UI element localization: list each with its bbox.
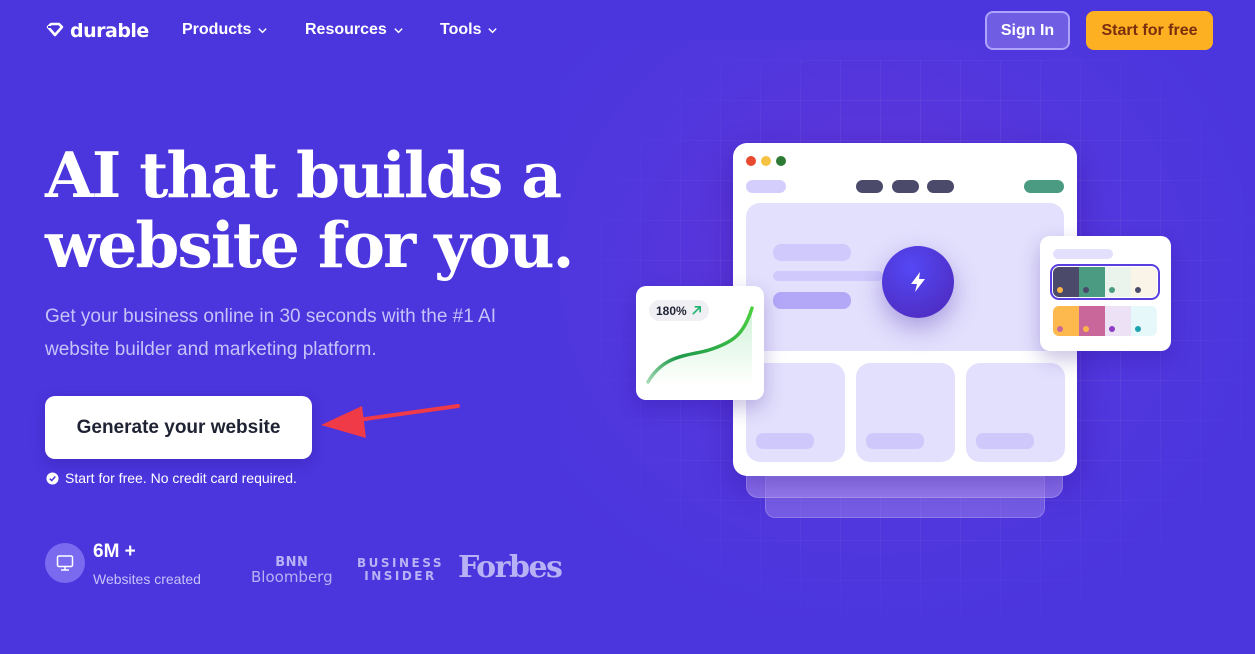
- palette-swatch: [1053, 267, 1079, 297]
- nav-resources[interactable]: Resources: [305, 21, 404, 39]
- mock-cta-pill: [1024, 180, 1064, 193]
- check-circle-icon: [46, 471, 59, 485]
- window-minimize-dot: [761, 156, 771, 166]
- nav-resources-label: Resources: [305, 21, 387, 38]
- hero-title-line1: AI that builds a: [45, 138, 562, 212]
- start-for-free-button[interactable]: Start for free: [1086, 11, 1213, 50]
- hero-subtitle: Get your business online in 30 seconds w…: [45, 306, 496, 360]
- palette-swatch-dot: [1057, 287, 1063, 293]
- mock-logo-pill: [746, 180, 786, 193]
- mock-nav-pill: [856, 180, 883, 193]
- palette-swatch-dot: [1135, 287, 1141, 293]
- ai-bolt-badge: [882, 246, 954, 318]
- mock-text-line: [773, 244, 851, 261]
- mock-text-line: [773, 292, 851, 309]
- mock-card: [856, 363, 955, 462]
- mock-nav-pill: [892, 180, 919, 193]
- palette-title-pill: [1053, 249, 1113, 259]
- bi-logo-line2: INSIDER: [364, 569, 437, 583]
- palette-swatch-dot: [1135, 326, 1141, 332]
- nav-products-label: Products: [182, 21, 252, 38]
- stat-icon-badge: [45, 543, 85, 583]
- sign-in-button[interactable]: Sign In: [985, 11, 1070, 50]
- growth-value: 180%: [656, 303, 687, 318]
- palette-swatch: [1079, 267, 1105, 297]
- chevron-down-icon: [394, 27, 403, 33]
- palette-option-selected[interactable]: [1050, 264, 1160, 300]
- hero-title: AI that builds a website for you.: [45, 140, 605, 280]
- monitor-icon: [56, 555, 74, 571]
- top-navigation: durable Products Resources Tools Sign In…: [0, 0, 1255, 62]
- palette-swatch: [1053, 306, 1079, 336]
- window-maximize-dot: [776, 156, 786, 166]
- logo[interactable]: durable: [45, 20, 149, 42]
- palette-swatch: [1079, 306, 1105, 336]
- palette-swatch-dot: [1057, 326, 1063, 332]
- window-close-dot: [746, 156, 756, 166]
- logo-text: durable: [70, 20, 149, 42]
- bnn-logo-line2: Bloomberg: [251, 568, 333, 586]
- free-note-text: Start for free. No credit card required.: [65, 470, 297, 486]
- growth-card: 180%: [636, 286, 764, 400]
- mock-card-pill: [866, 433, 924, 449]
- mock-text-line: [773, 271, 883, 281]
- color-palette-card: [1040, 236, 1171, 351]
- arrow-up-right-icon: [691, 306, 701, 315]
- websites-count-label: Websites created: [93, 571, 201, 587]
- browser-mockup: [733, 143, 1077, 476]
- bnn-bloomberg-logo: BNN Bloomberg: [251, 556, 333, 586]
- palette-option[interactable]: [1053, 306, 1157, 336]
- lightning-bolt-icon: [911, 272, 925, 292]
- generate-website-button[interactable]: Generate your website: [45, 396, 312, 459]
- websites-count: 6M +: [93, 541, 136, 562]
- nav-products[interactable]: Products: [182, 21, 268, 39]
- mock-card-pill: [976, 433, 1034, 449]
- palette-swatch-dot: [1083, 287, 1089, 293]
- chevron-down-icon: [258, 27, 268, 33]
- nav-tools[interactable]: Tools: [440, 21, 498, 39]
- free-note: Start for free. No credit card required.: [46, 470, 297, 486]
- palette-swatch-dot: [1109, 326, 1115, 332]
- mock-card-pill: [756, 433, 814, 449]
- durable-logo-icon: [46, 22, 64, 37]
- palette-swatch: [1131, 306, 1157, 336]
- chevron-down-icon: [488, 27, 498, 33]
- palette-swatch: [1105, 306, 1131, 336]
- mock-nav-pill: [927, 180, 954, 193]
- palette-swatch-dot: [1109, 287, 1115, 293]
- mock-hero-panel: [746, 203, 1064, 351]
- annotation-arrow-icon: [321, 404, 460, 438]
- palette-swatch-dot: [1083, 326, 1089, 332]
- business-insider-logo: BUSINESS INSIDER: [357, 557, 444, 583]
- forbes-logo: Forbes: [458, 550, 563, 585]
- palette-swatch: [1105, 267, 1131, 297]
- growth-badge: 180%: [649, 300, 709, 321]
- palette-swatch: [1131, 267, 1157, 297]
- nav-tools-label: Tools: [440, 21, 482, 38]
- mock-card: [966, 363, 1065, 462]
- hero-title-line2: website for you.: [45, 208, 574, 282]
